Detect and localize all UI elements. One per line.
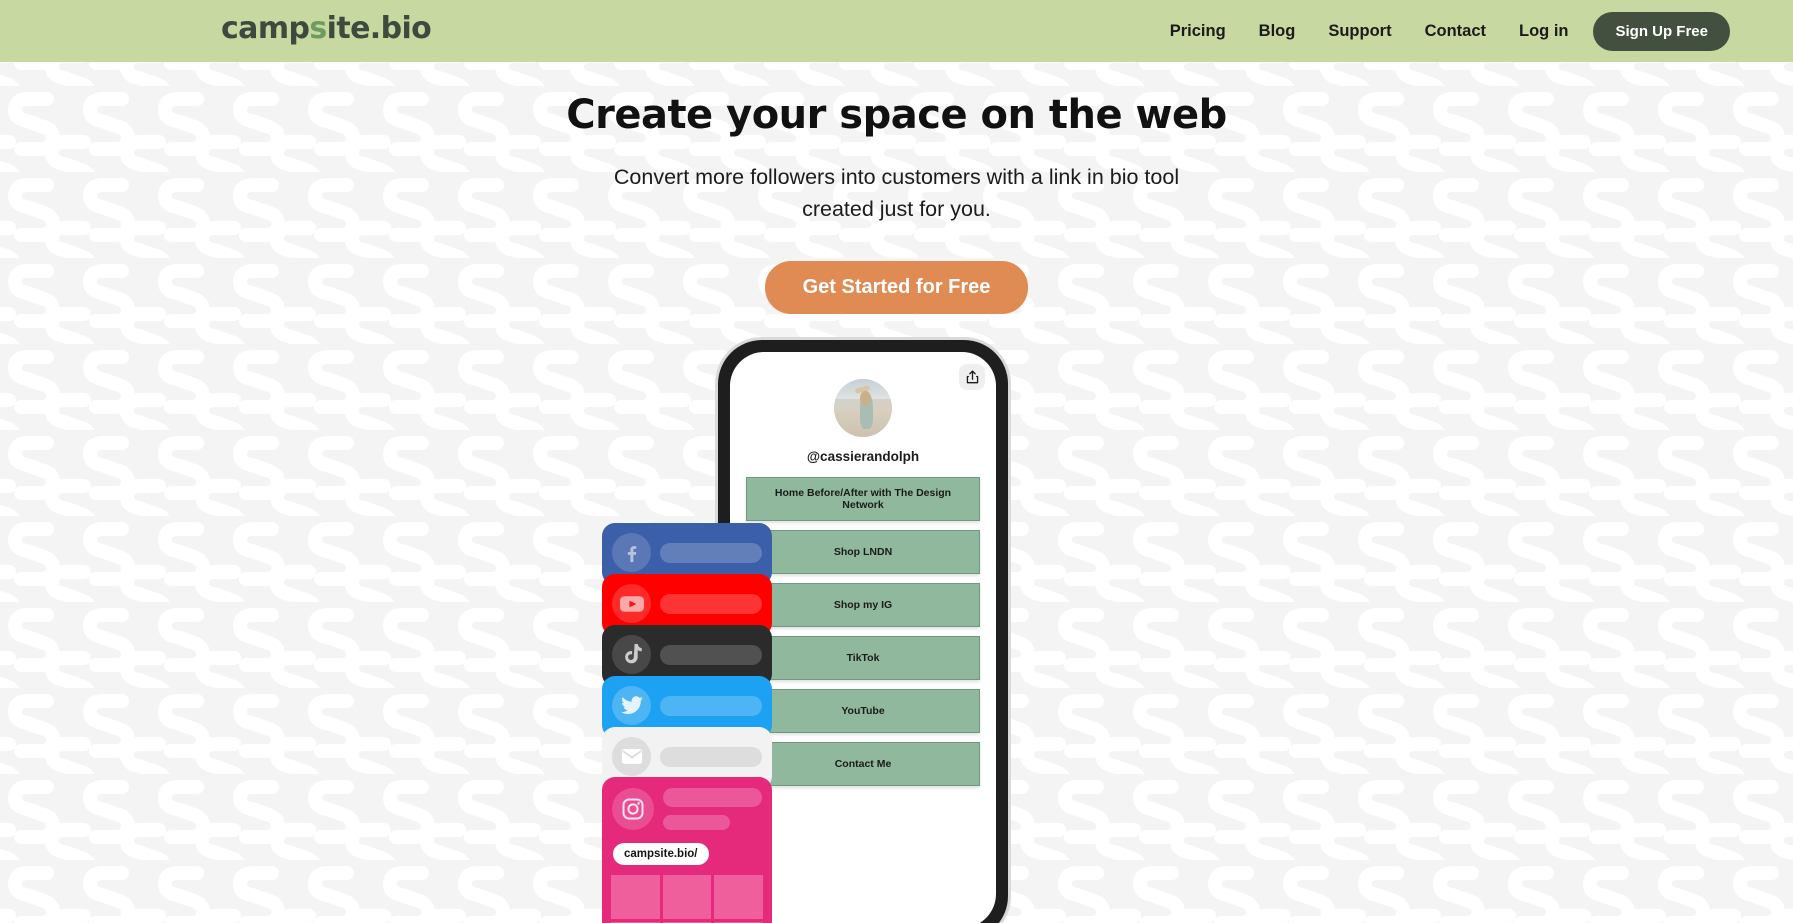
hero-subheading-line1: Convert more followers into customers wi…: [613, 165, 1180, 189]
hero-heading: Create your space on the web: [566, 92, 1227, 138]
nav-support[interactable]: Support: [1328, 22, 1391, 41]
main-nav: Pricing Blog Support Contact Log in Sign…: [1137, 0, 1730, 62]
bio-link-item[interactable]: Shop my IG: [746, 583, 980, 627]
grid-cell: [611, 875, 660, 919]
campsite-bio-pill[interactable]: campsite.bio/: [613, 843, 709, 865]
avatar: [834, 379, 892, 437]
nav-contact[interactable]: Contact: [1425, 22, 1486, 41]
get-started-for-free-button[interactable]: Get Started for Free: [764, 261, 1029, 315]
instagram-card: campsite.bio/: [602, 777, 772, 923]
instagram-photo-grid: [611, 875, 763, 923]
hero-section: Create your space on the web Convert mor…: [0, 62, 1793, 315]
nav-blog[interactable]: Blog: [1259, 22, 1296, 41]
site-header: campsite.bio Pricing Blog Support Contac…: [0, 0, 1793, 62]
envelope-icon: [612, 737, 651, 776]
facebook-icon: [612, 533, 651, 572]
instagram-sub-bar: [663, 815, 731, 830]
cta-container: Get Started for Free: [0, 261, 1793, 315]
twitter-bird-icon: [612, 686, 651, 725]
bio-link-item[interactable]: Home Before/After with The Design Networ…: [746, 477, 980, 521]
tiktok-icon: [612, 635, 651, 674]
site-logo[interactable]: campsite.bio: [221, 11, 432, 46]
logo-suffix: ite.bio: [326, 11, 432, 46]
hero-illustration: campsite.bio/ @cassierandolph Home Befor…: [0, 340, 1793, 923]
instagram-icon: [612, 788, 654, 830]
bio-link-item[interactable]: Contact Me: [746, 742, 980, 786]
profile-handle: @cassierandolph: [806, 449, 920, 464]
instagram-name-bar: [663, 788, 762, 807]
hero-subheading-line2: created just for you.: [802, 196, 991, 221]
grid-cell: [662, 875, 712, 919]
bio-link-item[interactable]: TikTok: [746, 636, 980, 680]
grid-cell: [714, 875, 763, 919]
youtube-icon: [612, 584, 651, 623]
bio-link-item[interactable]: Shop LNDN: [746, 530, 980, 574]
bio-link-item[interactable]: YouTube: [746, 689, 980, 733]
logo-s-accent: s: [309, 11, 327, 46]
page-root: campsite.bio Pricing Blog Support Contac…: [0, 0, 1793, 923]
hero-subheading: Convert more followers into customers wi…: [0, 162, 1793, 225]
nav-login[interactable]: Log in: [1519, 22, 1568, 41]
sign-up-free-button[interactable]: Sign Up Free: [1593, 11, 1730, 51]
share-icon[interactable]: [959, 364, 985, 390]
logo-prefix: camp: [221, 11, 310, 46]
nav-pricing[interactable]: Pricing: [1170, 22, 1226, 41]
